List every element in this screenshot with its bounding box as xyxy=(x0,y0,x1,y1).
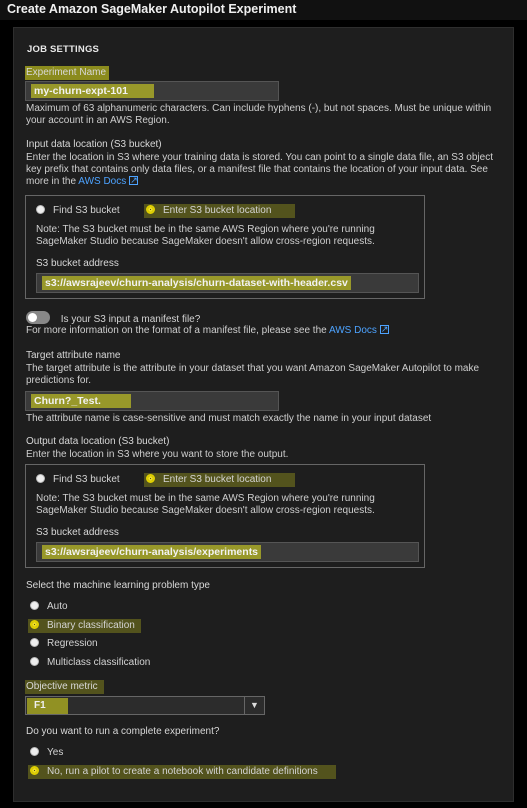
problem-type-binary[interactable]: Binary classification xyxy=(28,619,141,633)
radio-selected-icon xyxy=(30,620,39,629)
input-location-docs-link[interactable]: AWS Docs xyxy=(78,174,139,187)
input-location-note: Note: The S3 bucket must be in the same … xyxy=(36,224,375,247)
output-location-note: Note: The S3 bucket must be in the same … xyxy=(36,493,375,516)
target-note: The attribute name is case-sensitive and… xyxy=(26,413,432,424)
input-option-enter-s3[interactable]: Enter S3 bucket location xyxy=(144,204,296,218)
input-location-help: Enter the location in S3 where your trai… xyxy=(26,152,508,188)
output-option-find-s3[interactable]: Find S3 bucket xyxy=(36,474,120,486)
radio-selected-icon xyxy=(30,766,39,775)
target-input[interactable]: Churn?_Test. xyxy=(25,391,279,411)
complete-experiment-pilot[interactable]: No, run a pilot to create a notebook wit… xyxy=(28,765,336,779)
job-settings-heading: JOB SETTINGS xyxy=(27,44,100,55)
input-location-box: Find S3 bucket Enter S3 bucket location … xyxy=(25,195,425,299)
output-location-label: Output data location (S3 bucket) xyxy=(26,436,170,447)
objective-label: Objective metric xyxy=(25,680,104,694)
problem-type-auto[interactable]: Auto xyxy=(30,601,68,613)
problem-type-regression[interactable]: Regression xyxy=(30,638,98,650)
objective-select[interactable]: F1 ▼ xyxy=(25,696,265,715)
external-link-icon xyxy=(379,323,389,335)
complete-experiment-label: Do you want to run a complete experiment… xyxy=(26,726,220,737)
input-address-label: S3 bucket address xyxy=(36,258,119,269)
output-address-value: s3://awsrajeev/churn-analysis/experiment… xyxy=(42,545,262,559)
radio-icon xyxy=(36,205,45,214)
target-label: Target attribute name xyxy=(26,350,121,361)
radio-selected-icon xyxy=(146,474,155,483)
manifest-toggle[interactable]: Is your S3 input a manifest file? xyxy=(26,311,200,326)
radio-icon xyxy=(36,474,45,483)
output-address-label: S3 bucket address xyxy=(36,527,119,538)
output-location-help: Enter the location in S3 where you want … xyxy=(26,449,289,460)
chevron-down-icon: ▼ xyxy=(244,697,264,714)
radio-icon xyxy=(30,638,39,647)
radio-icon xyxy=(30,657,39,666)
experiment-name-label: Experiment Name xyxy=(25,66,110,80)
manifest-label: Is your S3 input a manifest file? xyxy=(60,314,201,325)
output-location-box: Find S3 bucket Enter S3 bucket location … xyxy=(25,464,425,568)
manifest-help: For more information on the format of a … xyxy=(26,323,389,337)
problem-type-label: Select the machine learning problem type xyxy=(26,580,210,591)
radio-selected-icon xyxy=(146,205,155,214)
external-link-icon xyxy=(129,174,139,186)
objective-value: F1 xyxy=(27,698,68,714)
window-title: Create Amazon SageMaker Autopilot Experi… xyxy=(0,0,527,20)
input-location-label: Input data location (S3 bucket) xyxy=(26,139,162,150)
radio-icon xyxy=(30,747,39,756)
experiment-name-value: my-churn-expt-101 xyxy=(31,84,154,98)
input-address-value: s3://awsrajeev/churn-analysis/churn-data… xyxy=(42,276,351,290)
manifest-docs-link[interactable]: AWS Docs xyxy=(329,323,389,336)
job-settings-panel: JOB SETTINGS Experiment Name my-churn-ex… xyxy=(13,27,514,802)
problem-type-multiclass[interactable]: Multiclass classification xyxy=(30,657,150,669)
input-address-field[interactable]: s3://awsrajeev/churn-analysis/churn-data… xyxy=(36,273,419,293)
input-option-find-s3[interactable]: Find S3 bucket xyxy=(36,205,120,217)
experiment-name-help: Maximum of 63 alphanumeric characters. C… xyxy=(26,103,492,126)
experiment-name-input[interactable]: my-churn-expt-101 xyxy=(25,81,279,101)
radio-icon xyxy=(30,601,39,610)
output-address-field[interactable]: s3://awsrajeev/churn-analysis/experiment… xyxy=(36,542,419,562)
complete-experiment-yes[interactable]: Yes xyxy=(30,747,63,759)
output-option-enter-s3[interactable]: Enter S3 bucket location xyxy=(144,473,296,487)
target-value: Churn?_Test. xyxy=(31,394,131,408)
target-help: The target attribute is the attribute in… xyxy=(26,363,480,386)
toggle-switch[interactable] xyxy=(26,311,50,324)
